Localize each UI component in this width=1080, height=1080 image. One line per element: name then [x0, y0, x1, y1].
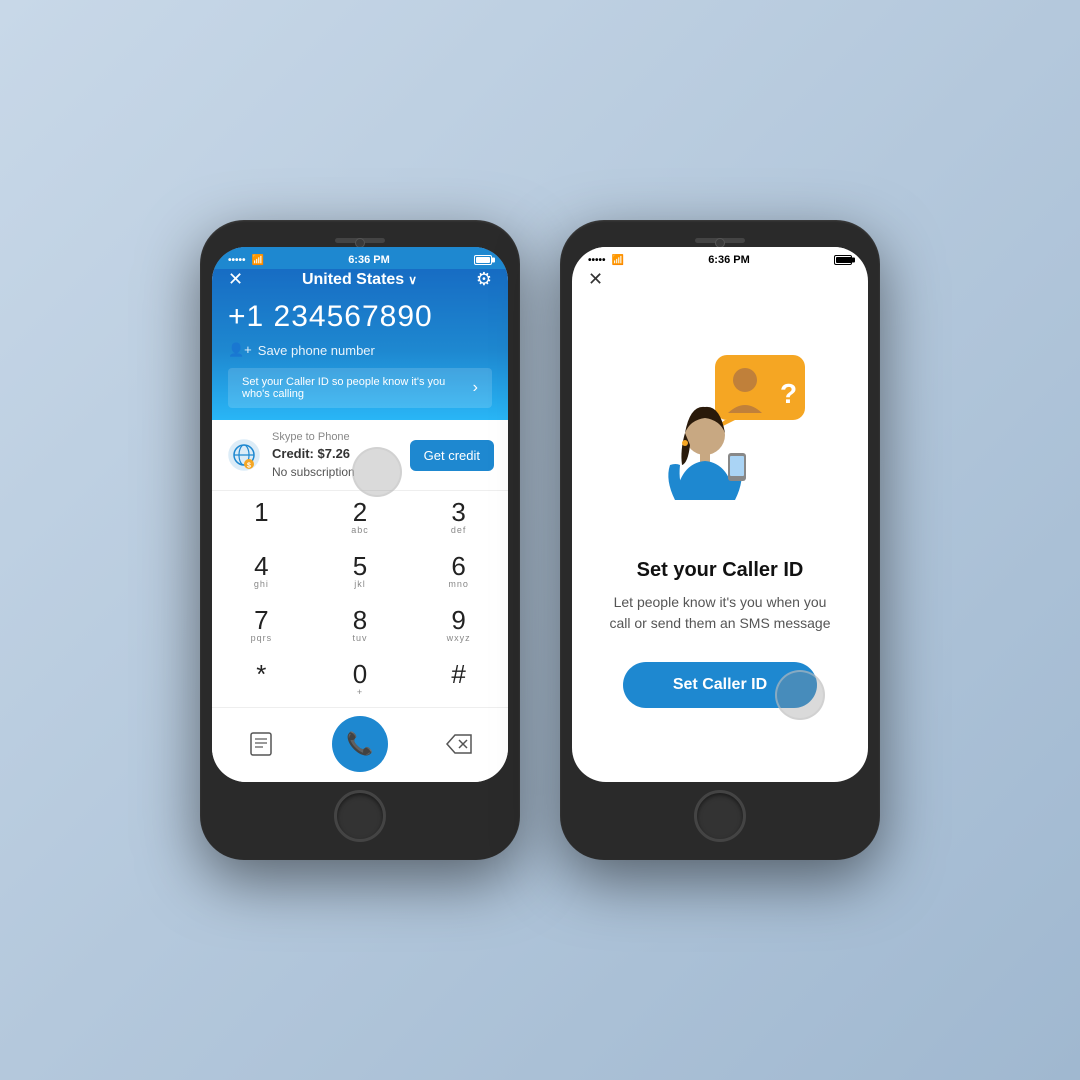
- dialer-nav: ✕ United States ∨ ⚙: [228, 269, 492, 290]
- close-button-right[interactable]: ✕: [588, 269, 603, 290]
- signal-right: ••••• 📶: [588, 255, 624, 266]
- save-number-label: Save phone number: [258, 343, 375, 358]
- contacts-icon: [247, 730, 275, 758]
- dial-key-4[interactable]: 4 ghi: [212, 545, 311, 599]
- person-add-icon: 👤+: [228, 342, 252, 358]
- dial-key-8[interactable]: 8 tuv: [311, 599, 410, 653]
- caller-id-svg: ?: [620, 335, 820, 535]
- battery-right: [834, 255, 852, 265]
- time-right: 6:36 PM: [708, 254, 750, 266]
- credit-amount: Credit: $7.26: [272, 445, 355, 463]
- settings-icon[interactable]: ⚙: [476, 269, 492, 290]
- dial-actions: 📞: [212, 707, 508, 782]
- dial-key-0[interactable]: 0 +: [311, 653, 410, 707]
- signal-left: ••••• 📶: [228, 255, 264, 266]
- dial-key-2[interactable]: 2 abc: [311, 491, 410, 545]
- home-button-left[interactable]: [334, 790, 386, 842]
- right-screen: ••••• 📶 6:36 PM ✕: [572, 247, 868, 782]
- save-number-row[interactable]: 👤+ Save phone number: [228, 342, 492, 358]
- caller-id-description: Let people know it's you when you call o…: [602, 592, 838, 634]
- status-bar-right: ••••• 📶 6:36 PM: [572, 247, 868, 269]
- credit-info: $ Skype to Phone Credit: $7.26 No subscr…: [226, 430, 355, 480]
- dial-key-hash[interactable]: #: [409, 653, 508, 707]
- dialer-header: ✕ United States ∨ ⚙ +1 234567890 👤+ Save…: [212, 247, 508, 420]
- phone-icon: 📞: [346, 731, 373, 757]
- dial-key-1[interactable]: 1: [212, 491, 311, 545]
- country-selector[interactable]: United States ∨: [302, 271, 417, 289]
- call-button[interactable]: 📞: [311, 716, 410, 772]
- credit-service-name: Skype to Phone: [272, 430, 355, 445]
- battery-icon-left: [474, 255, 492, 265]
- call-circle[interactable]: 📞: [332, 716, 388, 772]
- credit-subscription: No subscription: [272, 464, 355, 481]
- country-name: United States: [302, 271, 404, 289]
- status-bar-left: ••••• 📶 6:36 PM: [212, 247, 508, 269]
- left-screen: ••••• 📶 6:36 PM ✕ United States ∨: [212, 247, 508, 782]
- close-button-left[interactable]: ✕: [228, 269, 243, 290]
- set-caller-id-button[interactable]: Set Caller ID: [623, 662, 817, 708]
- chevron-right-icon: ›: [473, 379, 478, 397]
- credit-row: $ Skype to Phone Credit: $7.26 No subscr…: [212, 420, 508, 491]
- dial-key-6[interactable]: 6 mno: [409, 545, 508, 599]
- home-button-right[interactable]: [694, 790, 746, 842]
- get-credit-button[interactable]: Get credit: [410, 440, 494, 471]
- dial-key-5[interactable]: 5 jkl: [311, 545, 410, 599]
- contacts-button[interactable]: [212, 716, 311, 772]
- caller-id-banner-text: Set your Caller ID so people know it's y…: [242, 376, 465, 400]
- dial-pad: 1 2 abc 3 def 4 ghi 5 jkl: [212, 491, 508, 707]
- svg-text:?: ?: [780, 378, 797, 409]
- delete-button[interactable]: [409, 716, 508, 772]
- skype-globe-icon: $: [226, 437, 262, 473]
- phone-number-display: +1 234567890: [228, 300, 492, 334]
- left-phone: ••••• 📶 6:36 PM ✕ United States ∨: [200, 220, 520, 860]
- caller-id-banner[interactable]: Set your Caller ID so people know it's y…: [228, 368, 492, 408]
- caller-id-title: Set your Caller ID: [637, 559, 804, 582]
- time-left: 6:36 PM: [348, 254, 390, 266]
- dial-key-3[interactable]: 3 def: [409, 491, 508, 545]
- backspace-icon: [445, 733, 473, 755]
- dial-key-7[interactable]: 7 pqrs: [212, 599, 311, 653]
- chevron-down-icon: ∨: [408, 273, 417, 287]
- credit-details: Skype to Phone Credit: $7.26 No subscrip…: [272, 430, 355, 480]
- dial-key-star[interactable]: *: [212, 653, 311, 707]
- battery-icon-right: [834, 255, 852, 265]
- svg-text:$: $: [247, 463, 251, 470]
- caller-id-content: ?: [572, 300, 868, 782]
- dial-key-9[interactable]: 9 wxyz: [409, 599, 508, 653]
- caller-id-illustration: ?: [620, 335, 820, 535]
- right-phone: ••••• 📶 6:36 PM ✕: [560, 220, 880, 860]
- battery-left: [474, 255, 492, 265]
